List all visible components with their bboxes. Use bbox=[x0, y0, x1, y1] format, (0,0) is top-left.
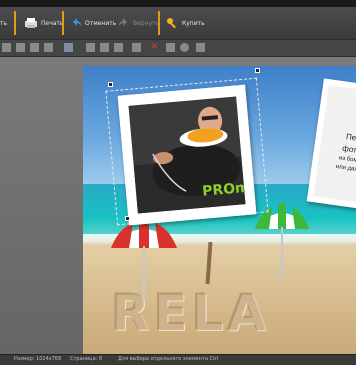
print-button[interactable]: Печать bbox=[24, 13, 63, 33]
redo-arrow-icon bbox=[119, 18, 127, 26]
distribute-h-icon[interactable] bbox=[100, 43, 109, 52]
delete-icon[interactable]: ✕ bbox=[150, 43, 159, 52]
main-toolbar: ть Печать Отменить Вернуть Купить bbox=[0, 7, 356, 40]
toolbar-separator bbox=[62, 11, 64, 35]
align-top-icon[interactable] bbox=[44, 43, 53, 52]
window-top-strip bbox=[0, 0, 356, 7]
collage-canvas[interactable]: RELA Пере фото из бомо или даже PROmo bbox=[83, 66, 356, 354]
status-hint: Для выбора отдельного элемента Ctrl bbox=[118, 356, 219, 362]
settings-icon[interactable] bbox=[180, 43, 189, 52]
green-umbrella bbox=[255, 203, 309, 281]
postcard-line-2: фото bbox=[341, 143, 356, 156]
lock-icon[interactable] bbox=[196, 43, 205, 52]
photo-man-on-sofa: PROmo bbox=[128, 96, 246, 214]
toolbar-left-cut: ть bbox=[0, 19, 8, 27]
align-bottom-icon[interactable] bbox=[86, 43, 95, 52]
postcard-line-4: или даже bbox=[335, 163, 356, 174]
undo-arrow-icon bbox=[73, 18, 81, 26]
redo-button[interactable]: Вернуть bbox=[118, 13, 159, 33]
resize-handle[interactable] bbox=[125, 216, 130, 221]
buy-label: Купить bbox=[182, 19, 205, 27]
undo-label: Отменить bbox=[85, 19, 117, 27]
copy-icon[interactable] bbox=[166, 43, 175, 52]
distribute-v-icon[interactable] bbox=[114, 43, 123, 52]
sand-writing: RELA bbox=[111, 284, 271, 342]
align-center-icon[interactable] bbox=[16, 43, 25, 52]
alignment-toolbar: ✕ bbox=[0, 40, 356, 57]
resize-handle[interactable] bbox=[108, 82, 113, 87]
status-bar: Размер: 1024x768 Страница: 8 Для выбора … bbox=[0, 354, 356, 365]
resize-handle[interactable] bbox=[255, 68, 260, 73]
postcard-line-3: из бомо bbox=[338, 155, 356, 165]
align-left-icon[interactable] bbox=[2, 43, 11, 52]
toolbar-separator bbox=[158, 11, 160, 35]
key-icon bbox=[167, 17, 176, 28]
printer-icon bbox=[25, 18, 37, 28]
print-label: Печать bbox=[41, 19, 64, 27]
status-size: Размер: 1024x768 bbox=[14, 356, 62, 362]
status-page: Страница: 8 bbox=[70, 356, 103, 362]
postcard-line-1: Пере bbox=[345, 132, 356, 144]
align-middle-icon[interactable] bbox=[64, 43, 73, 52]
photo-stamp[interactable]: PROmo bbox=[117, 84, 257, 226]
toolbar-separator bbox=[14, 11, 16, 35]
bring-front-icon[interactable] bbox=[132, 43, 141, 52]
align-right-icon[interactable] bbox=[30, 43, 39, 52]
redo-label: Вернуть bbox=[133, 19, 160, 27]
buy-button[interactable]: Купить bbox=[166, 13, 205, 33]
undo-button[interactable]: Отменить bbox=[70, 13, 116, 33]
